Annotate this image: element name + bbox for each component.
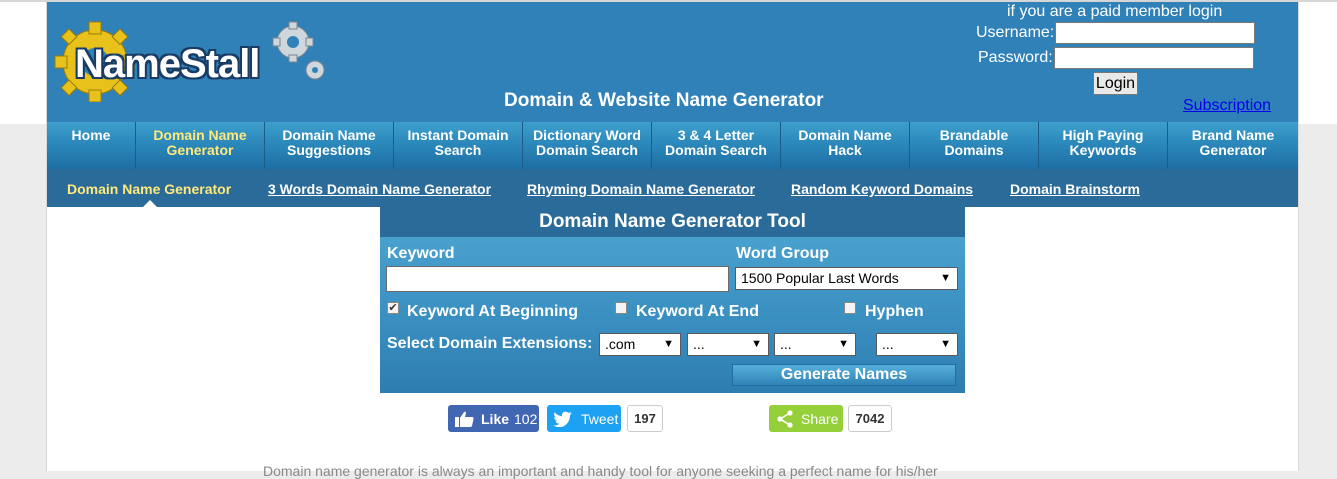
subscription-link[interactable]: Subscription bbox=[1183, 97, 1271, 115]
nav-label: Dictionary Word bbox=[533, 127, 641, 143]
chevron-down-icon: ▼ bbox=[751, 338, 762, 350]
nav-item-brandable-domains[interactable]: Brandable Domains bbox=[910, 122, 1039, 169]
extension-select-3[interactable]: ... ▼ bbox=[774, 333, 856, 356]
login-button[interactable]: Login bbox=[1093, 72, 1138, 95]
generator-tool-panel: Domain Name Generator Tool Keyword Word … bbox=[380, 205, 965, 393]
word-group-value: 1500 Popular Last Words bbox=[741, 270, 899, 286]
twitter-bird-icon bbox=[553, 411, 572, 427]
facebook-like-button[interactable]: Like 102 bbox=[448, 405, 539, 432]
nav-label: Home bbox=[71, 127, 111, 143]
like-count: 102 bbox=[514, 410, 538, 427]
extension-select-2[interactable]: ... ▼ bbox=[687, 333, 769, 356]
extension-value: ... bbox=[882, 336, 894, 352]
nav-label: Domain Name bbox=[282, 127, 376, 143]
keyword-at-beginning-label: Keyword At Beginning bbox=[407, 303, 578, 320]
keyword-at-end-label: Keyword At End bbox=[636, 303, 759, 320]
login-note: if you are a paid member login bbox=[1007, 3, 1223, 20]
chevron-down-icon: ▼ bbox=[838, 338, 849, 350]
nav-label: Search bbox=[434, 142, 482, 158]
tool-title: Domain Name Generator Tool bbox=[380, 205, 965, 237]
extension-select-4[interactable]: ... ▼ bbox=[876, 333, 958, 356]
nav-label: 3 & 4 Letter bbox=[677, 127, 755, 143]
thumbs-up-icon bbox=[455, 411, 474, 427]
nav-label: Instant Domain bbox=[407, 127, 509, 143]
extension-value: .com bbox=[605, 336, 636, 352]
nav-item-domain-name-hack[interactable]: Domain Name Hack bbox=[781, 122, 910, 169]
username-label: Username: bbox=[976, 24, 1055, 41]
nav-label: Domain Search bbox=[665, 142, 767, 158]
extension-select-1[interactable]: .com ▼ bbox=[599, 333, 681, 356]
subnav-domain-brainstorm[interactable]: Domain Brainstorm bbox=[1010, 181, 1140, 197]
tweet-label: Tweet bbox=[581, 410, 619, 427]
nav-label: Generator bbox=[1199, 142, 1267, 158]
tweet-button[interactable]: Tweet bbox=[547, 405, 621, 432]
chevron-down-icon: ▼ bbox=[940, 338, 951, 350]
nav-item-3-4-letter-domain-search[interactable]: 3 & 4 Letter Domain Search bbox=[652, 122, 781, 169]
logo-text: NameStall bbox=[75, 42, 260, 86]
like-label: Like bbox=[481, 410, 510, 427]
chevron-down-icon: ▼ bbox=[663, 338, 674, 350]
nav-label: Domain Name bbox=[153, 127, 247, 143]
nav-label: Domain Name bbox=[798, 127, 892, 143]
page-container: NameStall Domain & Website Name Generato… bbox=[46, 2, 1299, 479]
nav-item-home[interactable]: Home bbox=[47, 122, 136, 169]
main-nav: Home Domain Name Generator Domain Name Sug… bbox=[47, 122, 1298, 169]
nav-label: Keywords bbox=[1069, 142, 1137, 158]
password-label: Password: bbox=[978, 49, 1053, 66]
username-input[interactable] bbox=[1055, 22, 1255, 44]
password-input[interactable] bbox=[1054, 47, 1254, 69]
hyphen-checkbox[interactable] bbox=[844, 302, 856, 314]
keyword-at-end-checkbox[interactable] bbox=[615, 302, 627, 314]
keyword-at-beginning-checkbox[interactable]: ✔ bbox=[387, 302, 399, 314]
subnav-domain-name-generator[interactable]: Domain Name Generator bbox=[67, 181, 231, 197]
active-pointer bbox=[143, 200, 157, 207]
nav-label: High Paying bbox=[1062, 127, 1144, 143]
nav-label: Generator bbox=[166, 142, 234, 158]
nav-item-dictionary-word-domain-search[interactable]: Dictionary Word Domain Search bbox=[523, 122, 652, 169]
share-button[interactable]: Share bbox=[769, 405, 843, 432]
extension-value: ... bbox=[693, 336, 705, 352]
nav-label: Hack bbox=[828, 142, 862, 158]
extension-value: ... bbox=[780, 336, 792, 352]
nav-item-instant-domain-search[interactable]: Instant Domain Search bbox=[394, 122, 523, 169]
word-group-label: Word Group bbox=[736, 245, 830, 262]
share-count: 7042 bbox=[848, 405, 892, 432]
word-group-select[interactable]: 1500 Popular Last Words ▼ bbox=[735, 267, 958, 290]
site-header: NameStall Domain & Website Name Generato… bbox=[47, 2, 1298, 122]
nav-item-high-paying-keywords[interactable]: High Paying Keywords bbox=[1039, 122, 1168, 169]
keyword-input[interactable] bbox=[386, 266, 729, 292]
nav-label: Domain Search bbox=[536, 142, 638, 158]
nav-label: Suggestions bbox=[286, 142, 371, 158]
site-title: Domain & Website Name Generator bbox=[504, 90, 824, 111]
extensions-label: Select Domain Extensions: bbox=[387, 335, 593, 352]
description-text: Domain name generator is always an impor… bbox=[263, 463, 938, 479]
share-icon bbox=[777, 409, 793, 428]
keyword-label: Keyword bbox=[387, 245, 455, 262]
nav-item-domain-name-suggestions[interactable]: Domain Name Suggestions bbox=[265, 122, 394, 169]
subnav-rhyming-domain-name-generator[interactable]: Rhyming Domain Name Generator bbox=[527, 181, 755, 197]
subnav-random-keyword-domains[interactable]: Random Keyword Domains bbox=[791, 181, 973, 197]
chevron-down-icon: ▼ bbox=[940, 272, 951, 284]
nav-item-domain-name-generator[interactable]: Domain Name Generator bbox=[136, 122, 265, 169]
sub-nav: Domain Name Generator 3 Words Domain Nam… bbox=[47, 169, 1298, 207]
nav-item-brand-name-generator[interactable]: Brand Name Generator bbox=[1168, 122, 1298, 169]
subnav-3-words-domain-name-generator[interactable]: 3 Words Domain Name Generator bbox=[268, 181, 491, 197]
share-label: Share bbox=[801, 410, 839, 427]
generate-names-button[interactable]: Generate Names bbox=[732, 364, 956, 386]
nav-label: Domains bbox=[944, 142, 1004, 158]
nav-label: Brandable bbox=[939, 127, 1009, 143]
tweet-count: 197 bbox=[627, 405, 663, 432]
hyphen-label: Hyphen bbox=[865, 303, 924, 320]
nav-label: Brand Name bbox=[1191, 127, 1275, 143]
site-logo[interactable]: NameStall bbox=[53, 20, 333, 102]
